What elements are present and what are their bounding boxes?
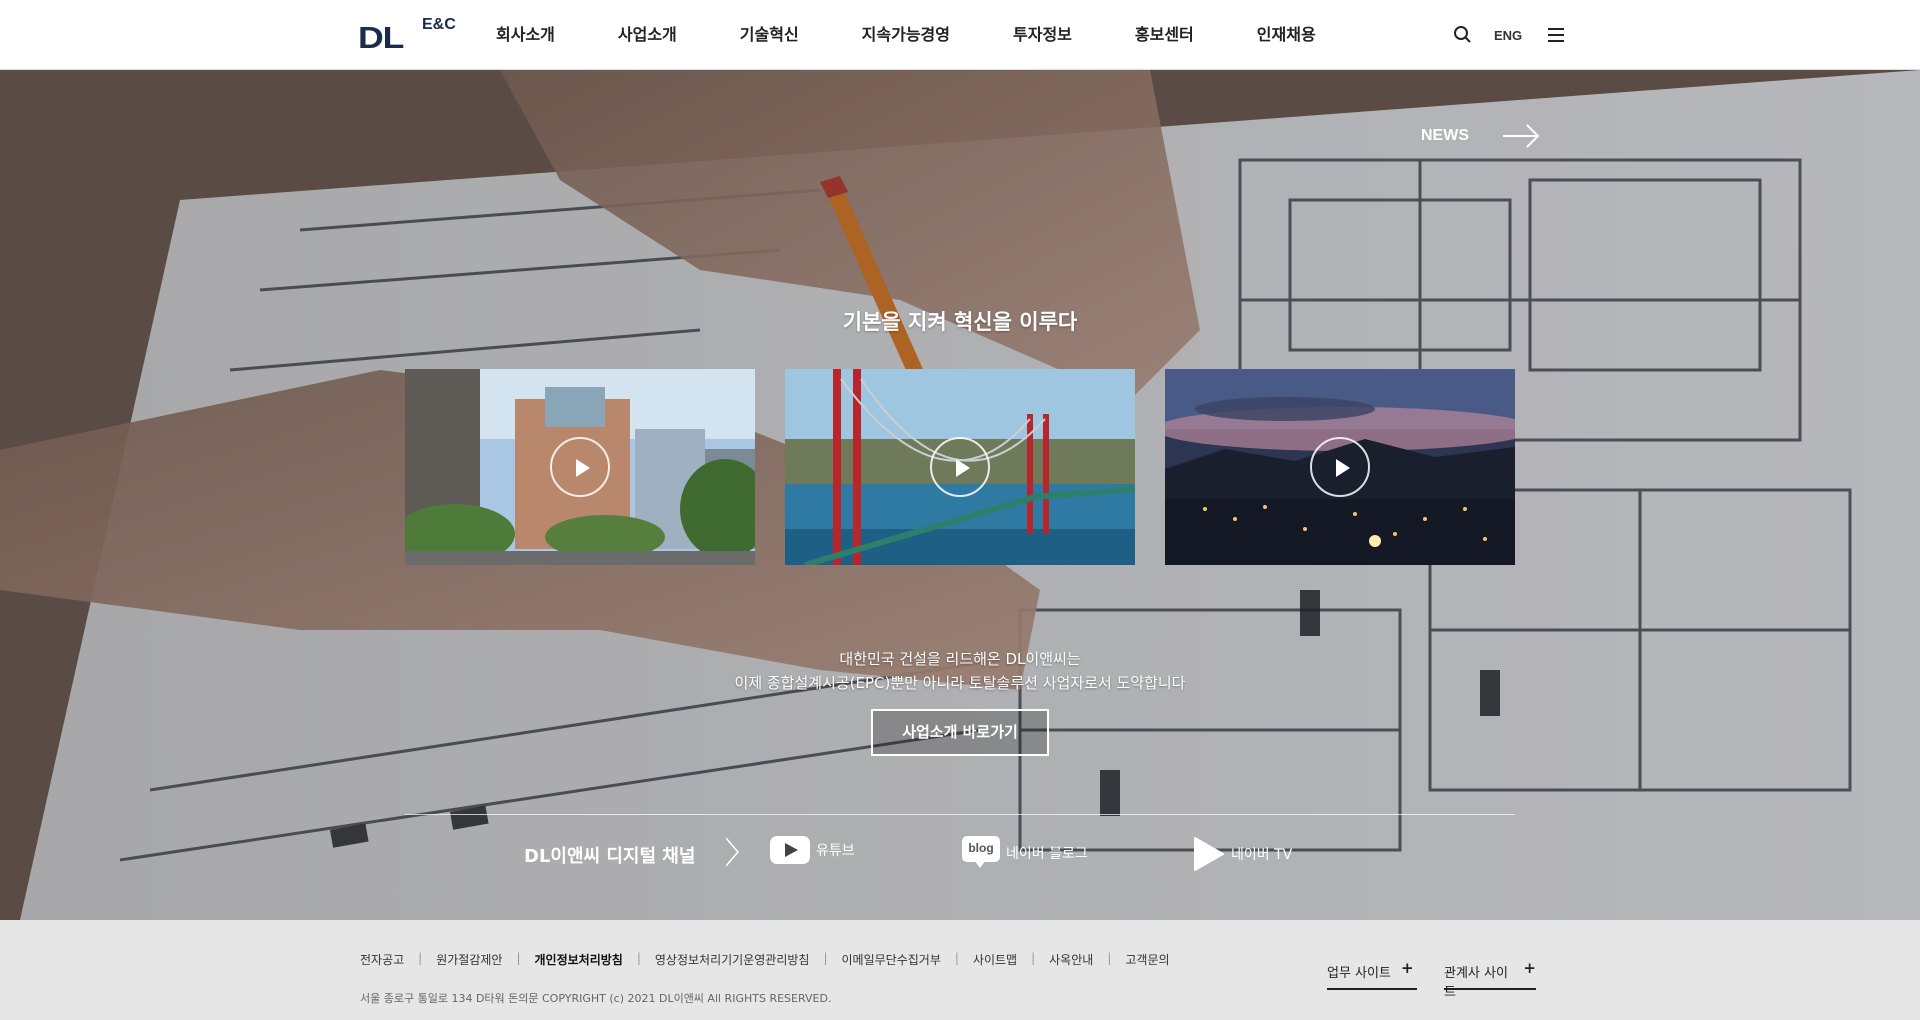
plus-icon: + <box>1523 959 1536 977</box>
naver-blog-label: 네이버 블로그 <box>1006 846 1088 862</box>
nav-company[interactable]: 회사소개 <box>496 0 555 70</box>
description-line-2: 이제 종합설계시공(EPC)뿐만 아니라 토탈솔루션 사업자로서 도약합니다 <box>734 674 1186 692</box>
utility-menu: ENG <box>1452 22 1566 48</box>
footer-link-email-refusal[interactable]: 이메일무단수집거부 <box>842 951 941 968</box>
footer-link-cost-saving[interactable]: 원가절감제안 <box>436 951 502 968</box>
site-header: DL E&C 회사소개 사업소개 기술혁신 지속가능경영 투자정보 홍보센터 인… <box>0 0 1920 70</box>
nav-business[interactable]: 사업소개 <box>618 0 677 70</box>
copyright-text: 서울 종로구 통일로 134 D타워 돈의문 COPYRIGHT (c) 202… <box>360 992 832 1005</box>
footer-link-sitemap[interactable]: 사이트맵 <box>973 951 1017 968</box>
footer-links: 전자공고 | 원가절감제안 | 개인정보처리방침 | 영상정보처리기기운영관리방침 | … <box>360 951 1170 968</box>
affiliate-site-select[interactable]: 관계사 사이트 + <box>1444 959 1536 1000</box>
nav-investor[interactable]: 투자정보 <box>1013 0 1072 70</box>
hero-description: 대한민국 건설을 리드해온 DL이앤씨는 이제 종합설계시공(EPC)뿐만 아니… <box>0 647 1920 695</box>
hero-divider <box>405 814 1515 815</box>
video-card-office[interactable] <box>405 369 755 565</box>
naver-blog-link[interactable]: blog 네이버 블로그 <box>962 836 1088 870</box>
work-site-label: 업무 사이트 <box>1327 966 1391 981</box>
arrow-right-icon <box>1503 124 1540 148</box>
language-toggle[interactable]: ENG <box>1494 28 1522 43</box>
blog-icon-text: blog <box>968 841 994 855</box>
dl-ec-logo[interactable]: DL E&C <box>358 16 468 55</box>
plus-icon: + <box>1400 959 1414 977</box>
site-footer: 전자공고 | 원가절감제안 | 개인정보처리방침 | 영상정보처리기기운영관리방침 | … <box>0 920 1920 1020</box>
separator: | <box>516 951 521 965</box>
naver-tv-label: 네이버 TV <box>1231 847 1293 863</box>
logo-mark: DL <box>358 20 404 55</box>
hero-slogan: 기본을 지켜 혁신을 이루다 <box>842 310 1078 334</box>
separator: | <box>636 951 641 965</box>
nav-sustainability[interactable]: 지속가능경영 <box>862 0 950 70</box>
news-label: NEWS <box>1421 127 1469 144</box>
naver-tv-link[interactable]: 네이버 TV <box>1193 836 1292 872</box>
business-intro-button[interactable]: 사업소개 바로가기 <box>871 709 1049 756</box>
footer-link-e-notice[interactable]: 전자공고 <box>360 951 404 968</box>
work-site-select[interactable]: 업무 사이트 + <box>1327 959 1417 990</box>
play-icon <box>1310 437 1370 497</box>
footer-link-cctv-policy[interactable]: 영상정보처리기기운영관리방침 <box>655 951 810 968</box>
play-icon <box>930 437 990 497</box>
video-card-bridge[interactable] <box>785 369 1135 565</box>
separator: | <box>418 951 423 965</box>
video-card-city[interactable] <box>1165 369 1515 565</box>
separator: | <box>1107 951 1112 965</box>
hero-section: NEWS 기본을 지켜 혁신을 이루다 대한민국 건설을 리드해온 DL이앤씨는… <box>0 70 1920 920</box>
menu-icon[interactable] <box>1548 27 1566 43</box>
play-icon <box>550 437 610 497</box>
separator: | <box>1031 951 1036 965</box>
separator: | <box>823 951 828 965</box>
youtube-label: 유튜브 <box>816 843 855 859</box>
search-icon[interactable] <box>1452 24 1474 46</box>
nav-technology[interactable]: 기술혁신 <box>740 0 799 70</box>
affiliate-site-label: 관계사 사이트 <box>1444 966 1508 1000</box>
footer-link-privacy[interactable]: 개인정보처리방침 <box>535 951 623 968</box>
digital-channel-title: DL이앤씨 디지털 채널 <box>524 846 696 867</box>
naver-tv-icon <box>1194 837 1224 871</box>
youtube-icon <box>770 836 810 864</box>
nav-recruit[interactable]: 인재채용 <box>1257 0 1316 70</box>
separator: | <box>954 951 959 965</box>
chevron-right-icon <box>725 837 739 867</box>
blog-icon: blog <box>962 836 1000 870</box>
news-link[interactable]: NEWS <box>1421 124 1541 148</box>
footer-link-office-location[interactable]: 사옥안내 <box>1049 951 1093 968</box>
nav-pr-center[interactable]: 홍보센터 <box>1135 0 1194 70</box>
youtube-channel-link[interactable]: 유튜브 <box>770 836 855 864</box>
main-nav: 회사소개 사업소개 기술혁신 지속가능경영 투자정보 홍보센터 인재채용 <box>496 0 1379 70</box>
logo-sub: E&C <box>422 16 456 33</box>
footer-link-customer-inquiry[interactable]: 고객문의 <box>1125 951 1169 968</box>
description-line-1: 대한민국 건설을 리드해온 DL이앤씨는 <box>839 650 1081 668</box>
